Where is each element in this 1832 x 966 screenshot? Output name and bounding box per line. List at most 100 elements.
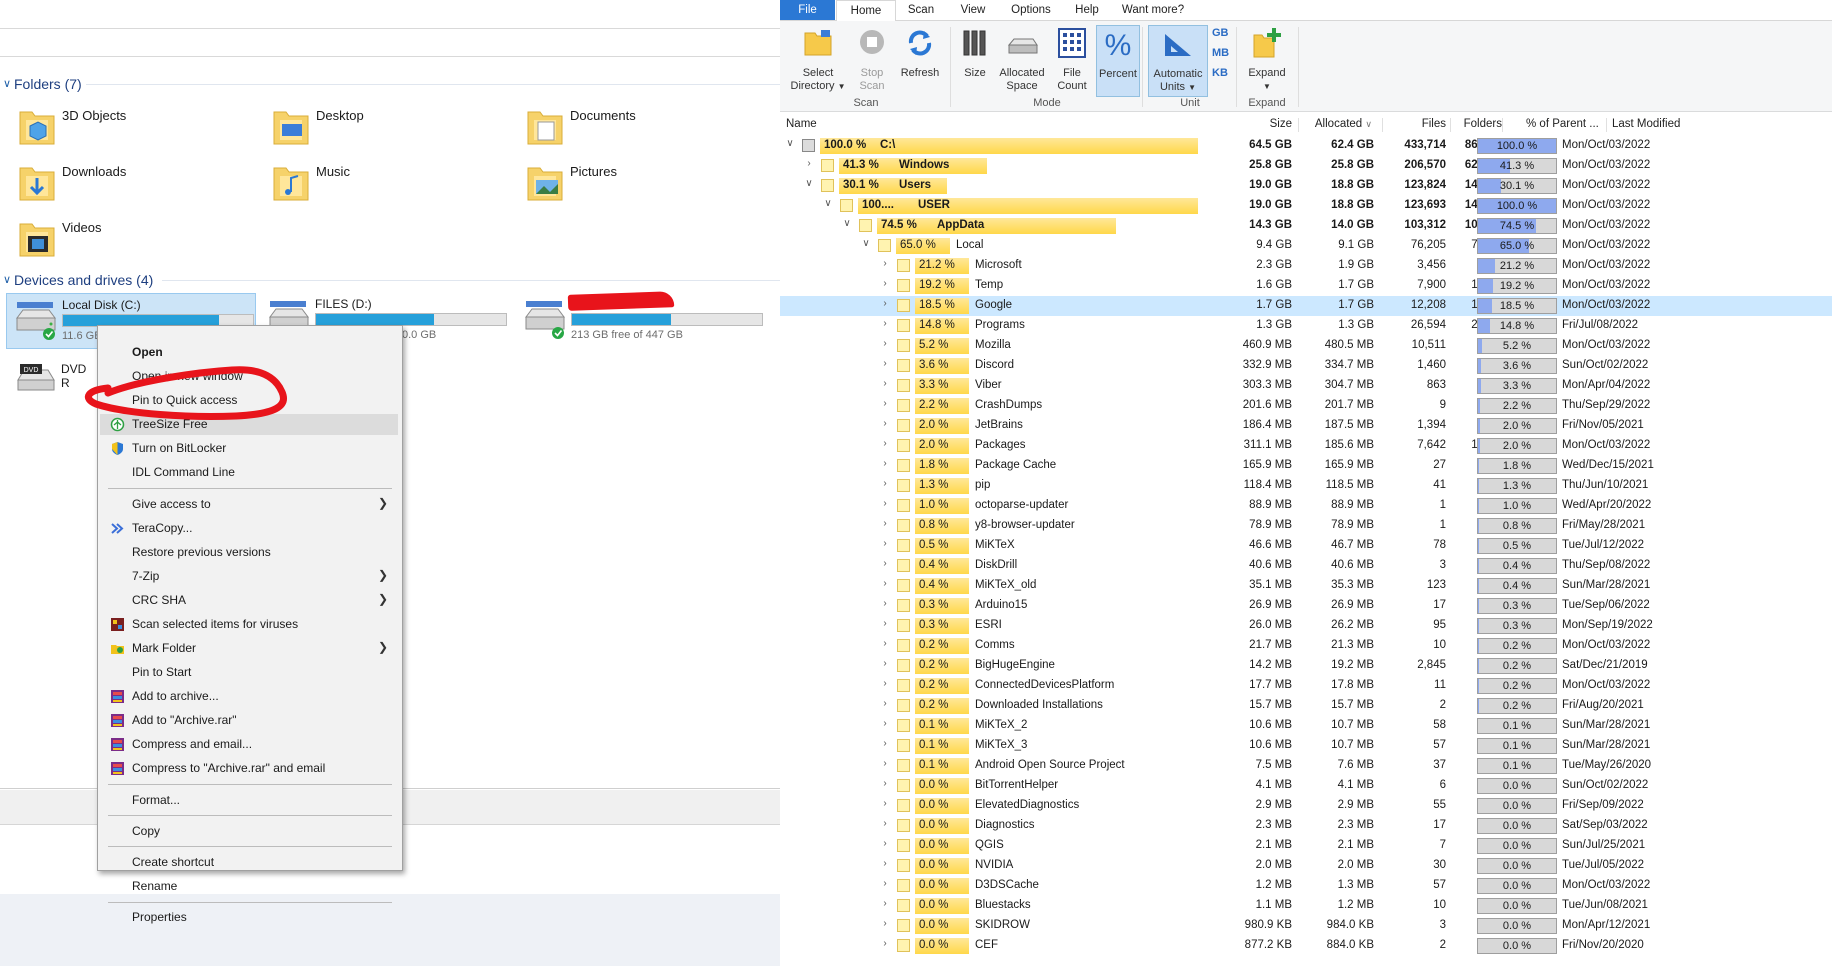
expand-chevron-icon[interactable]: › <box>879 498 891 509</box>
table-row[interactable]: ›0.1 %MiKTeX_310.6 MB10.7 MB57130.1 %Sun… <box>780 736 1832 756</box>
table-row[interactable]: ∨100....USER19.0 GB18.8 GB123,69314,4371… <box>780 196 1832 216</box>
collapse-chevron-icon[interactable]: ∨ <box>841 218 853 229</box>
table-row[interactable]: ›0.2 %Comms21.7 MB21.3 MB10390.2 %Mon/Oc… <box>780 636 1832 656</box>
table-row[interactable]: › 0.1 % Android Open Source Project 7.5 MB 7… <box>780 756 1832 776</box>
context-menu-item[interactable]: Add to archive... <box>100 686 398 707</box>
context-menu-item[interactable]: TreeSize Free <box>100 414 398 435</box>
expand-chevron-icon[interactable]: › <box>879 478 891 489</box>
table-row[interactable]: ∨100.0 %C:\64.5 GB62.4 GB433,71486,69610… <box>780 136 1832 156</box>
table-row[interactable]: ›2.2 %CrashDumps201.6 MB201.7 MB902.2 %T… <box>780 396 1832 416</box>
context-menu-item[interactable]: Pin to Start <box>100 662 398 683</box>
context-menu-item[interactable]: Create shortcut <box>100 852 398 873</box>
table-row[interactable]: ›14.8 %Programs1.3 GB1.3 GB26,5942,12314… <box>780 316 1832 336</box>
tab-file[interactable]: File <box>780 0 835 20</box>
expand-chevron-icon[interactable]: › <box>879 898 891 909</box>
column-header-percent-of-parent[interactable]: % of Parent ... <box>1526 118 1599 130</box>
file-count-button[interactable]: File Count <box>1050 25 1094 95</box>
collapse-chevron-icon[interactable]: ∨ <box>784 138 796 149</box>
expand-chevron-icon[interactable]: › <box>879 538 891 549</box>
tab-help[interactable]: Help <box>1064 0 1110 20</box>
size-mode-button[interactable]: Size <box>956 25 994 95</box>
expand-chevron-icon[interactable]: › <box>879 638 891 649</box>
tab-options[interactable]: Options <box>1000 0 1062 20</box>
expand-chevron-icon[interactable]: › <box>879 358 891 369</box>
table-row[interactable]: ›0.4 %DiskDrill40.6 MB40.6 MB300.4 %Thu/… <box>780 556 1832 576</box>
table-row[interactable]: ›0.2 %BigHugeEngine14.2 MB19.2 MB2,84540… <box>780 656 1832 676</box>
expand-chevron-icon[interactable]: › <box>879 338 891 349</box>
folders-section-header[interactable]: ∨ Folders (7) <box>0 74 780 94</box>
column-header-name[interactable]: Name <box>786 118 817 130</box>
table-row[interactable]: ›0.0 %CEF877.2 KB884.0 KB220.0 %Fri/Nov/… <box>780 936 1832 956</box>
context-menu-item[interactable]: Scan selected items for viruses <box>100 614 398 635</box>
expand-chevron-icon[interactable]: › <box>879 378 891 389</box>
table-row[interactable]: ›0.0 %Diagnostics2.3 MB2.3 MB1730.0 %Sat… <box>780 816 1832 836</box>
folder-tile[interactable]: Videos <box>0 212 240 264</box>
column-header-last-modified[interactable]: Last Modified <box>1612 118 1680 130</box>
table-row[interactable]: ›21.2 %Microsoft2.3 GB1.9 GB3,45693721.2… <box>780 256 1832 276</box>
table-row[interactable]: ›19.2 %Temp1.6 GB1.7 GB7,9001,04619.2 %M… <box>780 276 1832 296</box>
context-menu-item[interactable]: Turn on BitLocker <box>100 438 398 459</box>
refresh-button[interactable]: Refresh <box>896 25 944 95</box>
table-row[interactable]: ›0.0 %BitTorrentHelper4.1 MB4.1 MB6200.0… <box>780 776 1832 796</box>
table-row[interactable]: ∨74.5 %AppData14.3 GB14.0 GB103,31210,24… <box>780 216 1832 236</box>
unit-gb-button[interactable]: GB <box>1212 27 1229 39</box>
expand-chevron-icon[interactable]: › <box>879 438 891 449</box>
expand-button[interactable]: Expand ▼ <box>1242 25 1292 95</box>
table-row[interactable]: ›0.4 %MiKTeX_old35.1 MB35.3 MB123290.4 %… <box>780 576 1832 596</box>
column-header-allocated[interactable]: Allocated ∨ <box>1302 118 1372 130</box>
table-row[interactable]: ›2.0 %JetBrains186.4 MB187.5 MB1,3943032… <box>780 416 1832 436</box>
expand-chevron-icon[interactable]: › <box>879 798 891 809</box>
automatic-units-button[interactable]: Automatic Units ▼ <box>1148 25 1208 97</box>
folder-tile[interactable]: Pictures <box>508 156 748 208</box>
context-menu-item[interactable]: Open in new window <box>100 366 398 387</box>
expand-chevron-icon[interactable]: › <box>879 678 891 689</box>
table-row[interactable]: ›0.0 %ElevatedDiagnostics2.9 MB2.9 MB551… <box>780 796 1832 816</box>
expand-chevron-icon[interactable]: › <box>879 278 891 289</box>
context-menu-item[interactable]: CRC SHA ❯ <box>100 590 398 611</box>
expand-chevron-icon[interactable]: › <box>879 618 891 629</box>
folder-tile[interactable]: Documents <box>508 100 748 152</box>
table-row[interactable]: ›1.0 %octoparse-updater88.9 MB88.9 MB101… <box>780 496 1832 516</box>
context-menu-item[interactable]: Give access to ❯ <box>100 494 398 515</box>
table-row[interactable]: ›41.3 %Windows25.8 GB25.8 GB206,57062,26… <box>780 156 1832 176</box>
expand-chevron-icon[interactable]: › <box>879 458 891 469</box>
expand-chevron-icon[interactable]: › <box>879 838 891 849</box>
stop-scan-button[interactable]: Stop Scan <box>852 25 892 95</box>
expand-chevron-icon[interactable]: › <box>879 658 891 669</box>
expand-chevron-icon[interactable]: › <box>879 938 891 949</box>
context-menu-item[interactable]: Properties <box>100 907 398 928</box>
table-row[interactable]: ›18.5 %Google1.7 GB1.7 GB12,2081,26018.5… <box>780 296 1832 316</box>
table-row[interactable]: ›3.3 %Viber303.3 MB304.7 MB863633.3 %Mon… <box>780 376 1832 396</box>
expand-chevron-icon[interactable]: › <box>879 858 891 869</box>
expand-chevron-icon[interactable]: › <box>879 318 891 329</box>
expand-chevron-icon[interactable]: › <box>879 778 891 789</box>
table-row[interactable]: ›0.0 %D3DSCache1.2 MB1.3 MB57100.0 %Mon/… <box>780 876 1832 896</box>
context-menu-item[interactable]: Copy <box>100 821 398 842</box>
expand-chevron-icon[interactable]: › <box>879 598 891 609</box>
expand-chevron-icon[interactable]: › <box>879 738 891 749</box>
table-row[interactable]: ∨65.0 %Local9.4 GB9.1 GB76,2057,88265.0 … <box>780 236 1832 256</box>
expand-chevron-icon[interactable]: › <box>879 818 891 829</box>
context-menu-item[interactable]: Format... <box>100 790 398 811</box>
context-menu-item[interactable]: Rename <box>100 876 398 897</box>
expand-chevron-icon[interactable]: › <box>879 298 891 309</box>
percent-mode-button[interactable]: % Percent <box>1096 25 1140 97</box>
expand-chevron-icon[interactable]: › <box>803 158 815 169</box>
collapse-chevron-icon[interactable]: ∨ <box>860 238 872 249</box>
tab-view[interactable]: View <box>948 0 998 20</box>
table-row[interactable]: ›3.6 %Discord332.9 MB334.7 MB1,4602213.6… <box>780 356 1832 376</box>
table-row[interactable]: ∨30.1 %Users19.0 GB18.8 GB123,82414,5373… <box>780 176 1832 196</box>
expand-chevron-icon[interactable]: › <box>879 418 891 429</box>
folder-tile[interactable]: Downloads <box>0 156 240 208</box>
devices-section-header[interactable]: ∨ Devices and drives (4) <box>0 270 780 290</box>
table-row[interactable]: ›0.0 %SKIDROW980.9 KB984.0 KB320.0 %Mon/… <box>780 916 1832 936</box>
table-row[interactable]: ›5.2 %Mozilla460.9 MB480.5 MB10,511195.2… <box>780 336 1832 356</box>
expand-chevron-icon[interactable]: › <box>879 718 891 729</box>
table-row[interactable]: › 0.2 % Downloaded Installations 15.7 MB 15.… <box>780 696 1832 716</box>
tab-want-more[interactable]: Want more? <box>1112 0 1194 20</box>
expand-chevron-icon[interactable]: › <box>879 698 891 709</box>
collapse-chevron-icon[interactable]: ∨ <box>803 178 815 189</box>
table-row[interactable]: ›0.0 %QGIS2.1 MB2.1 MB7200.0 %Sun/Jul/25… <box>780 836 1832 856</box>
tab-home[interactable]: Home <box>836 0 896 22</box>
context-menu-item[interactable]: Add to "Archive.rar" <box>100 710 398 731</box>
